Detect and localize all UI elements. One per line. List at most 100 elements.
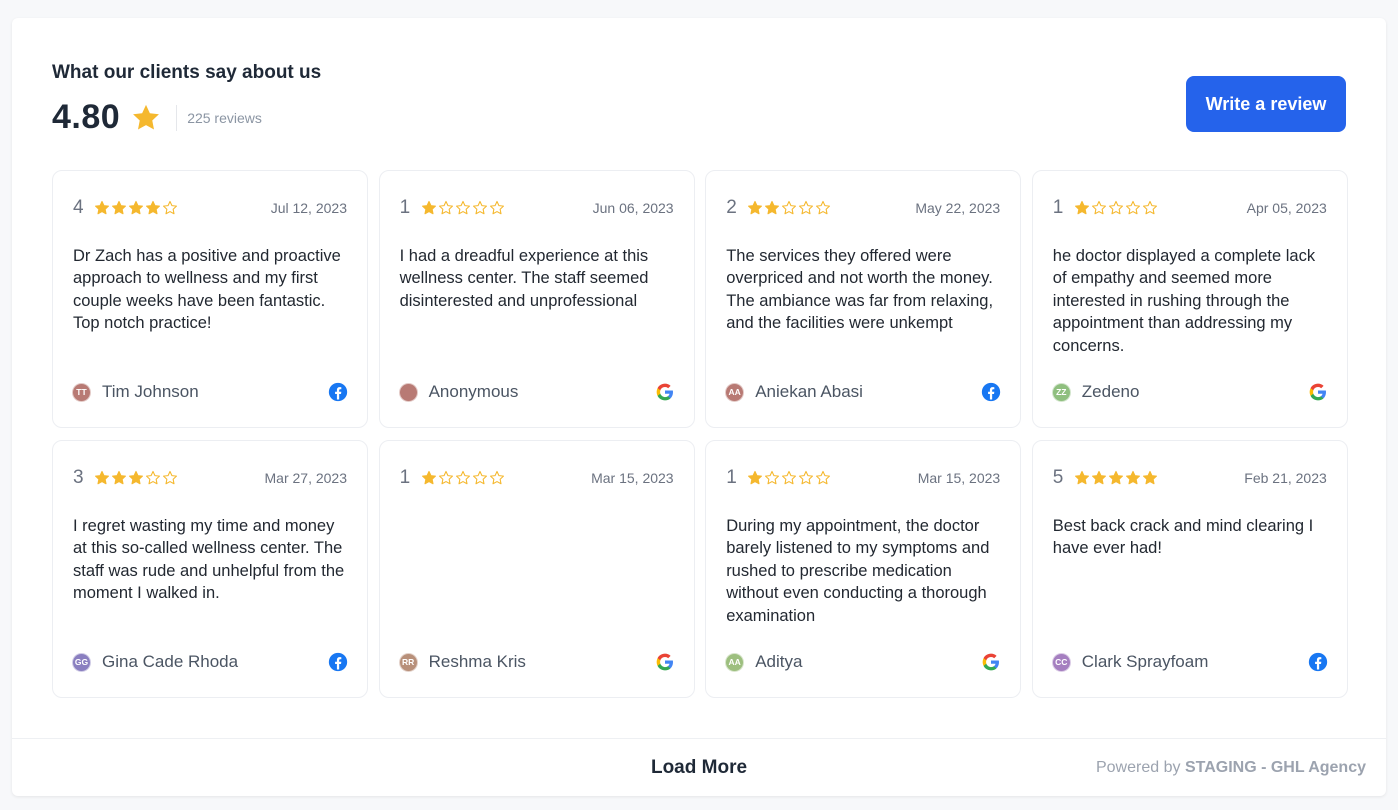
facebook-icon[interactable] (981, 382, 1001, 402)
review-date: Mar 27, 2023 (264, 470, 348, 486)
review-card: 4 Jul 12, 2023 Dr Zach has a positive an… (52, 170, 368, 428)
review-text: Dr Zach has a positive and proactive app… (73, 247, 341, 333)
avatar: AA (725, 382, 745, 402)
review-author: Zedeno (1081, 382, 1140, 401)
powered-by: Powered by STAGING - GHL Agency (1096, 759, 1366, 777)
review-card: 3 Mar 27, 2023 I regret wasting my time … (52, 440, 368, 698)
star-outline-icon (799, 470, 814, 485)
star-filled-icon (748, 470, 763, 485)
star-filled-icon (112, 200, 126, 215)
review-author: Aditya (755, 652, 803, 671)
star-outline-icon (489, 470, 504, 485)
review-score: 5 (1052, 467, 1064, 488)
star-outline-icon (163, 200, 177, 215)
star-outline-icon (455, 200, 470, 215)
star-rating (94, 200, 178, 216)
review-date: May 22, 2023 (915, 200, 1001, 216)
google-icon[interactable] (1308, 382, 1328, 402)
powered-prefix: Powered by (1095, 759, 1181, 776)
review-card: 1 Jun 06, 2023 I had a dreadful experien… (378, 170, 695, 428)
divider (176, 104, 178, 131)
star-rating (1074, 470, 1158, 486)
star-outline-icon (799, 200, 814, 215)
avatar: CC (1051, 652, 1071, 672)
review-card: 1 Mar 15, 2023 RR Reshma Kris (378, 440, 695, 698)
star-filled-icon (1125, 470, 1140, 485)
star-filled-icon (748, 200, 763, 215)
review-date: Mar 15, 2023 (591, 470, 674, 486)
star-outline-icon (163, 470, 177, 485)
load-more-button[interactable]: Load More (651, 757, 747, 779)
star-outline-icon (765, 470, 780, 485)
star-icon (133, 104, 160, 129)
review-card: 1 Mar 15, 2023 During my appointment, th… (705, 440, 1022, 698)
star-filled-icon (95, 470, 109, 485)
star-outline-icon (438, 200, 453, 215)
avatar (398, 382, 418, 402)
facebook-icon[interactable] (328, 382, 348, 402)
review-date: Feb 21, 2023 (1244, 470, 1327, 486)
review-author: Anonymous (428, 382, 519, 401)
google-icon[interactable] (655, 652, 675, 672)
google-icon[interactable] (981, 652, 1001, 672)
star-filled-icon (112, 470, 126, 485)
star-filled-icon (1108, 470, 1123, 485)
avatar: ZZ (1051, 382, 1071, 402)
widget-title: What our clients say about us (52, 62, 322, 83)
review-score: 4 (73, 197, 84, 218)
avatar: GG (72, 652, 91, 672)
facebook-icon[interactable] (1308, 652, 1328, 672)
review-date: Jul 12, 2023 (270, 200, 347, 216)
star-outline-icon (816, 470, 831, 485)
review-date: Apr 05, 2023 (1246, 200, 1327, 216)
google-icon[interactable] (655, 382, 675, 402)
review-score: 1 (726, 467, 737, 488)
reviews-grid: 4 Jul 12, 2023 Dr Zach has a positive an… (52, 170, 1348, 698)
review-score: 3 (73, 467, 84, 488)
avatar: RR (398, 652, 418, 672)
review-author: Clark Sprayfoam (1081, 652, 1209, 671)
star-filled-icon (1142, 470, 1157, 485)
review-card: 1 Apr 05, 2023 he doctor displayed a com… (1031, 170, 1348, 428)
review-text: Best back crack and mind clearing I have… (1052, 517, 1314, 558)
review-author: Aniekan Abasi (755, 382, 863, 401)
star-filled-icon (1074, 470, 1089, 485)
review-text: During my appointment, the doctor barely… (726, 517, 990, 625)
star-rating (1074, 200, 1158, 216)
powered-brand-link[interactable]: STAGING - GHL Agency (1185, 759, 1366, 776)
rating-summary: 4.80 225 reviews (52, 98, 1346, 137)
star-filled-icon (129, 470, 143, 485)
review-score: 1 (399, 467, 411, 488)
average-rating: 4.80 (52, 98, 121, 136)
star-rating (747, 200, 831, 216)
star-filled-icon (421, 470, 436, 485)
review-text: I had a dreadful experience at this well… (399, 247, 649, 310)
review-card: 5 Feb 21, 2023 Best back crack and mind … (1031, 440, 1348, 698)
review-text: The services they offered were overprice… (726, 247, 994, 333)
reviews-header: What our clients say about us 4.80 225 r… (52, 62, 1346, 142)
avatar: AA (725, 652, 745, 672)
review-card: 2 May 22, 2023 The services they offered… (705, 170, 1022, 428)
review-date: Jun 06, 2023 (592, 200, 674, 216)
review-score: 2 (726, 197, 737, 218)
facebook-icon[interactable] (328, 652, 348, 672)
avatar: TT (72, 382, 91, 402)
star-outline-icon (816, 200, 831, 215)
review-date: Mar 15, 2023 (917, 470, 1001, 486)
widget-footer: Load More Powered by STAGING - GHL Agenc… (12, 738, 1386, 796)
star-rating (747, 470, 831, 486)
star-outline-icon (146, 470, 160, 485)
star-rating (421, 200, 505, 216)
star-outline-icon (472, 470, 487, 485)
star-outline-icon (489, 200, 504, 215)
star-outline-icon (782, 200, 797, 215)
star-filled-icon (95, 200, 109, 215)
star-rating (94, 470, 178, 486)
review-text: I regret wasting my time and money at th… (73, 517, 345, 603)
review-author: Tim Johnson (102, 382, 199, 401)
review-author: Reshma Kris (428, 652, 526, 671)
write-review-button[interactable]: Write a review (1186, 76, 1346, 132)
star-filled-icon (1074, 200, 1089, 215)
star-outline-icon (782, 470, 797, 485)
star-filled-icon (765, 200, 780, 215)
